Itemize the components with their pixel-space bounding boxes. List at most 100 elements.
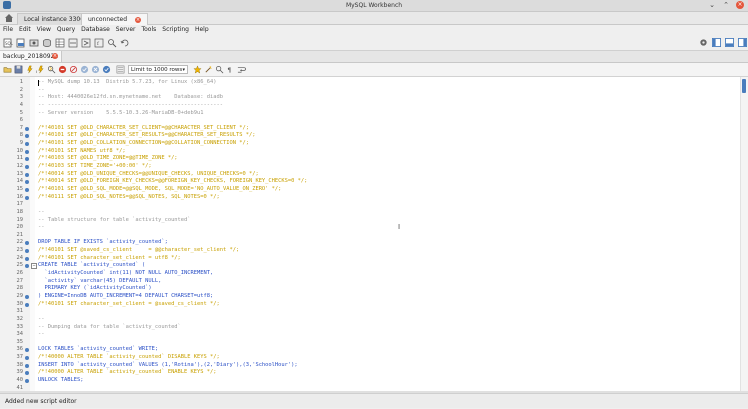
toggle-error-stop-icon[interactable] — [69, 65, 78, 74]
code-line[interactable]: 30 /*!40101 SET character_set_client = @s… — [0, 301, 748, 309]
menu-file[interactable]: File — [0, 25, 16, 35]
code-line[interactable]: 23 /*!40101 SET @saved_cs_client = @@char… — [0, 247, 748, 255]
code-line[interactable]: 13 /*!40014 SET @OLD_UNIQUE_CHECKS=@@UNIQ… — [0, 171, 748, 179]
autocommit-icon[interactable] — [102, 65, 111, 74]
svg-text:SQL: SQL — [5, 41, 13, 46]
toggle-secondary-sidebar-icon[interactable] — [738, 38, 747, 47]
code-line[interactable]: 29) ENGINE=InnoDB AUTO_INCREMENT=4 DEFAU… — [0, 293, 748, 301]
favorite-star-icon[interactable] — [193, 65, 202, 74]
code-line[interactable]: 31 — [0, 308, 748, 316]
code-line[interactable]: 33 -- Dumping data for table `activity_co… — [0, 324, 748, 332]
beautify-icon[interactable] — [204, 65, 213, 74]
inspector-icon[interactable] — [29, 38, 39, 48]
code-line[interactable]: 4 -- ------------------------------------… — [0, 102, 748, 110]
sql-editor[interactable]: 1 -- MySQL dump 10.13 Distrib 5.7.23, for… — [0, 77, 748, 398]
menu-scripting[interactable]: Scripting — [159, 25, 192, 35]
settings-gear-icon[interactable] — [699, 38, 708, 47]
connection-tab-unconnected[interactable]: unconnected × — [81, 13, 149, 25]
code-line[interactable]: 24 /*!40101 SET character_set_client = ut… — [0, 255, 748, 263]
code-line[interactable]: 18 -- — [0, 209, 748, 217]
code-line[interactable]: 39 /*!40000 ALTER TABLE `activity_counted… — [0, 369, 748, 377]
code-line[interactable]: 10 /*!40101 SET NAMES utf8 */; — [0, 148, 748, 156]
code-text: /*!40111 SET @OLD_SQL_NOTES=@@SQL_NOTES,… — [38, 193, 220, 200]
line-number: 14 — [16, 178, 24, 185]
find-replace-icon[interactable] — [215, 65, 224, 74]
menu-database[interactable]: Database — [78, 25, 113, 35]
menu-tools[interactable]: Tools — [138, 25, 159, 35]
create-table-icon[interactable] — [55, 38, 65, 48]
fold-toggle-icon[interactable]: − — [31, 263, 37, 270]
menu-edit[interactable]: Edit — [16, 25, 34, 35]
menu-help[interactable]: Help — [192, 25, 212, 35]
limit-rows-select[interactable]: Limit to 1000 rows ▾ — [128, 65, 188, 74]
invisible-chars-icon[interactable]: ¶ — [226, 65, 235, 74]
code-line[interactable]: 16 /*!40111 SET @OLD_SQL_NOTES=@@SQL_NOTE… — [0, 194, 748, 202]
code-text: /*!40101 SET @OLD_CHARACTER_SET_CLIENT=@… — [38, 124, 249, 131]
code-line[interactable]: 11 /*!40103 SET @OLD_TIME_ZONE=@@TIME_ZON… — [0, 155, 748, 163]
code-text: /*!40101 SET character_set_client = @sav… — [38, 300, 220, 307]
code-line[interactable]: 20 -- — [0, 224, 748, 232]
code-line[interactable]: 22 DROP TABLE IF EXISTS `activity_counted… — [0, 239, 748, 247]
rollback-icon[interactable] — [91, 65, 100, 74]
statement-marker-icon — [25, 149, 29, 154]
menu-view[interactable]: View — [34, 25, 54, 35]
stop-icon[interactable] — [58, 65, 67, 74]
open-file-icon[interactable] — [3, 65, 12, 74]
code-line[interactable]: 38 INSERT INTO `activity_counted` VALUES … — [0, 362, 748, 370]
toggle-sidebar-icon[interactable] — [712, 38, 721, 47]
code-line[interactable]: 21 — [0, 232, 748, 240]
code-line[interactable]: 36 LOCK TABLES `activity_counted` WRITE; — [0, 346, 748, 354]
new-sql-tab-icon[interactable]: SQL — [3, 38, 13, 48]
code-line[interactable]: 9 /*!40101 SET @OLD_COLLATION_CONNECTION=… — [0, 140, 748, 148]
explain-icon[interactable] — [47, 65, 56, 74]
execute-icon[interactable] — [25, 65, 34, 74]
create-view-icon[interactable] — [68, 38, 78, 48]
toggle-output-panel-icon[interactable] — [725, 38, 734, 47]
line-number: 19 — [16, 216, 24, 223]
code-line[interactable]: 6 — [0, 117, 748, 125]
code-line[interactable]: 7 /*!40101 SET @OLD_CHARACTER_SET_CLIENT=… — [0, 125, 748, 133]
statement-marker-icon — [25, 256, 29, 261]
code-line[interactable]: 19 -- Table structure for table `activity… — [0, 217, 748, 225]
code-line[interactable]: 37 /*!40000 ALTER TABLE `activity_counted… — [0, 354, 748, 362]
create-function-icon[interactable]: f — [94, 38, 104, 48]
code-line[interactable]: 40 UNLOCK TABLES; — [0, 377, 748, 385]
maximize-icon[interactable]: ⌃ — [722, 1, 730, 9]
vertical-scrollbar[interactable] — [740, 77, 748, 391]
scrollbar-thumb[interactable] — [742, 79, 746, 93]
close-icon[interactable]: × — [135, 16, 142, 23]
code-line[interactable]: 14 /*!40014 SET @OLD_FOREIGN_KEY_CHECKS=@… — [0, 178, 748, 186]
code-line[interactable]: 28 PRIMARY KEY (`idActivityCounted`) — [0, 285, 748, 293]
commit-icon[interactable] — [80, 65, 89, 74]
minimize-icon[interactable]: ⌄ — [708, 1, 716, 9]
execute-current-icon[interactable]: I — [36, 65, 45, 74]
reconnect-icon[interactable] — [120, 38, 130, 48]
menu-server[interactable]: Server — [113, 25, 139, 35]
code-line[interactable]: 25− CREATE TABLE `activity_counted` ( — [0, 262, 748, 270]
code-line[interactable]: 3 -- Host: 4440026e12fd.sn.mynetname.net … — [0, 94, 748, 102]
open-sql-script-icon[interactable] — [16, 38, 26, 48]
close-icon[interactable]: × — [52, 53, 58, 59]
menu-query[interactable]: Query — [54, 25, 78, 35]
editor-tab-backup[interactable]: backup_20180921 × — [0, 51, 62, 62]
code-line[interactable]: 26 `idActivityCounted` int(11) NOT NULL … — [0, 270, 748, 278]
line-number: 28 — [16, 285, 24, 292]
create-procedure-icon[interactable] — [81, 38, 91, 48]
code-line[interactable]: 35 — [0, 339, 748, 347]
code-line[interactable]: 17 — [0, 201, 748, 209]
save-icon[interactable] — [14, 65, 23, 74]
code-line[interactable]: 27 `activity` varchar(45) DEFAULT NULL, — [0, 278, 748, 286]
window-close-icon[interactable]: × — [736, 1, 744, 9]
code-line[interactable]: 8 /*!40101 SET @OLD_CHARACTER_SET_RESULTS… — [0, 132, 748, 140]
create-schema-icon[interactable] — [42, 38, 52, 48]
code-line[interactable]: 34 -- — [0, 331, 748, 339]
code-line[interactable]: 32 -- — [0, 316, 748, 324]
word-wrap-icon[interactable] — [237, 65, 246, 74]
search-table-data-icon[interactable] — [107, 38, 117, 48]
home-icon[interactable] — [4, 13, 14, 23]
code-line[interactable]: 1 -- MySQL dump 10.13 Distrib 5.7.23, for… — [0, 79, 748, 87]
code-line[interactable]: 12 /*!40103 SET TIME_ZONE='+00:00' */; — [0, 163, 748, 171]
code-line[interactable]: 15 /*!40101 SET @OLD_SQL_MODE=@@SQL_MODE,… — [0, 186, 748, 194]
code-line[interactable]: 5 -- Server version 5.5.5-10.3.26-MariaDB… — [0, 110, 748, 118]
code-line[interactable]: 2 -- — [0, 87, 748, 95]
